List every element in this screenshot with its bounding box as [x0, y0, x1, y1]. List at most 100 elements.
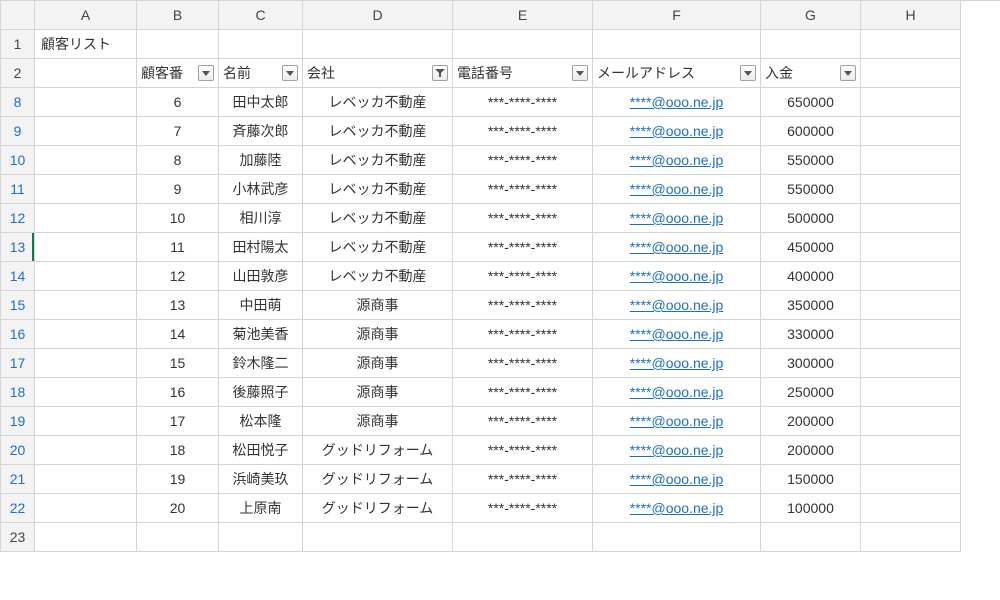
email-link[interactable]: ****@ooo.ne.jp: [630, 152, 724, 168]
row-header-13[interactable]: 13: [1, 233, 35, 262]
cell-H21[interactable]: [861, 465, 961, 494]
cell-customer-no[interactable]: 20: [137, 494, 219, 523]
empty-cell[interactable]: [303, 523, 453, 552]
email-link[interactable]: ****@ooo.ne.jp: [630, 181, 724, 197]
cell-customer-no[interactable]: 15: [137, 349, 219, 378]
cell-phone[interactable]: ***-****-****: [453, 378, 593, 407]
cell-amount[interactable]: 550000: [761, 175, 861, 204]
row-header-18[interactable]: 18: [1, 378, 35, 407]
cell-email[interactable]: ****@ooo.ne.jp: [593, 175, 761, 204]
column-header-H[interactable]: H: [861, 1, 961, 30]
cell-H12[interactable]: [861, 204, 961, 233]
cell-A9[interactable]: [35, 117, 137, 146]
cell-A13[interactable]: [35, 233, 137, 262]
cell-name[interactable]: 相川淳: [219, 204, 303, 233]
cell-customer-no[interactable]: 8: [137, 146, 219, 175]
cell-H17[interactable]: [861, 349, 961, 378]
cell-amount[interactable]: 300000: [761, 349, 861, 378]
cell-company[interactable]: 源商事: [303, 320, 453, 349]
filter-dropdown-icon[interactable]: [282, 65, 298, 81]
row-header-21[interactable]: 21: [1, 465, 35, 494]
cell-name[interactable]: 菊池美香: [219, 320, 303, 349]
cell-email[interactable]: ****@ooo.ne.jp: [593, 233, 761, 262]
empty-cell[interactable]: [35, 523, 137, 552]
spreadsheet-grid[interactable]: ABCDEFGH1顧客リスト2顧客番名前会社電話番号メールアドレス入金86田中太…: [0, 0, 1000, 552]
empty-cell[interactable]: [593, 30, 761, 59]
cell-H9[interactable]: [861, 117, 961, 146]
cell-phone[interactable]: ***-****-****: [453, 204, 593, 233]
empty-cell[interactable]: [219, 523, 303, 552]
cell-amount[interactable]: 330000: [761, 320, 861, 349]
header-cell-C[interactable]: 名前: [219, 59, 303, 88]
cell-company[interactable]: レベッカ不動産: [303, 146, 453, 175]
cell-A11[interactable]: [35, 175, 137, 204]
cell-amount[interactable]: 450000: [761, 233, 861, 262]
empty-cell[interactable]: [761, 30, 861, 59]
email-link[interactable]: ****@ooo.ne.jp: [630, 442, 724, 458]
header-cell-E[interactable]: 電話番号: [453, 59, 593, 88]
empty-cell[interactable]: [453, 523, 593, 552]
row-header-17[interactable]: 17: [1, 349, 35, 378]
empty-cell[interactable]: [861, 523, 961, 552]
filter-active-icon[interactable]: [432, 65, 448, 81]
column-header-C[interactable]: C: [219, 1, 303, 30]
header-cell-D[interactable]: 会社: [303, 59, 453, 88]
row-header-14[interactable]: 14: [1, 262, 35, 291]
title-cell[interactable]: 顧客リスト: [35, 30, 137, 59]
empty-cell[interactable]: [453, 30, 593, 59]
cell-name[interactable]: 松本隆: [219, 407, 303, 436]
row-header-1[interactable]: 1: [1, 30, 35, 59]
cell-A21[interactable]: [35, 465, 137, 494]
email-link[interactable]: ****@ooo.ne.jp: [630, 355, 724, 371]
cell-A17[interactable]: [35, 349, 137, 378]
cell-customer-no[interactable]: 9: [137, 175, 219, 204]
cell-company[interactable]: レベッカ不動産: [303, 233, 453, 262]
email-link[interactable]: ****@ooo.ne.jp: [630, 210, 724, 226]
cell-phone[interactable]: ***-****-****: [453, 494, 593, 523]
empty-cell[interactable]: [137, 30, 219, 59]
empty-cell[interactable]: [35, 59, 137, 88]
cell-name[interactable]: 斉藤次郎: [219, 117, 303, 146]
cell-email[interactable]: ****@ooo.ne.jp: [593, 291, 761, 320]
cell-name[interactable]: 松田悦子: [219, 436, 303, 465]
email-link[interactable]: ****@ooo.ne.jp: [630, 326, 724, 342]
filter-dropdown-icon[interactable]: [840, 65, 856, 81]
cell-A18[interactable]: [35, 378, 137, 407]
filter-dropdown-icon[interactable]: [198, 65, 214, 81]
cell-A10[interactable]: [35, 146, 137, 175]
cell-email[interactable]: ****@ooo.ne.jp: [593, 262, 761, 291]
cell-company[interactable]: グッドリフォーム: [303, 494, 453, 523]
header-cell-G[interactable]: 入金: [761, 59, 861, 88]
cell-amount[interactable]: 100000: [761, 494, 861, 523]
cell-amount[interactable]: 500000: [761, 204, 861, 233]
row-header-15[interactable]: 15: [1, 291, 35, 320]
cell-A14[interactable]: [35, 262, 137, 291]
cell-A15[interactable]: [35, 291, 137, 320]
row-header-8[interactable]: 8: [1, 88, 35, 117]
row-header-16[interactable]: 16: [1, 320, 35, 349]
email-link[interactable]: ****@ooo.ne.jp: [630, 94, 724, 110]
cell-customer-no[interactable]: 11: [137, 233, 219, 262]
empty-cell[interactable]: [137, 523, 219, 552]
cell-phone[interactable]: ***-****-****: [453, 349, 593, 378]
cell-amount[interactable]: 200000: [761, 436, 861, 465]
cell-customer-no[interactable]: 6: [137, 88, 219, 117]
header-cell-B[interactable]: 顧客番: [137, 59, 219, 88]
row-header-10[interactable]: 10: [1, 146, 35, 175]
cell-H13[interactable]: [861, 233, 961, 262]
cell-email[interactable]: ****@ooo.ne.jp: [593, 320, 761, 349]
cell-H18[interactable]: [861, 378, 961, 407]
cell-company[interactable]: 源商事: [303, 407, 453, 436]
cell-phone[interactable]: ***-****-****: [453, 436, 593, 465]
cell-email[interactable]: ****@ooo.ne.jp: [593, 407, 761, 436]
cell-phone[interactable]: ***-****-****: [453, 175, 593, 204]
row-header-9[interactable]: 9: [1, 117, 35, 146]
email-link[interactable]: ****@ooo.ne.jp: [630, 384, 724, 400]
cell-company[interactable]: レベッカ不動産: [303, 262, 453, 291]
email-link[interactable]: ****@ooo.ne.jp: [630, 413, 724, 429]
row-header-19[interactable]: 19: [1, 407, 35, 436]
row-header-2[interactable]: 2: [1, 59, 35, 88]
cell-amount[interactable]: 200000: [761, 407, 861, 436]
cell-amount[interactable]: 150000: [761, 465, 861, 494]
empty-cell[interactable]: [761, 523, 861, 552]
